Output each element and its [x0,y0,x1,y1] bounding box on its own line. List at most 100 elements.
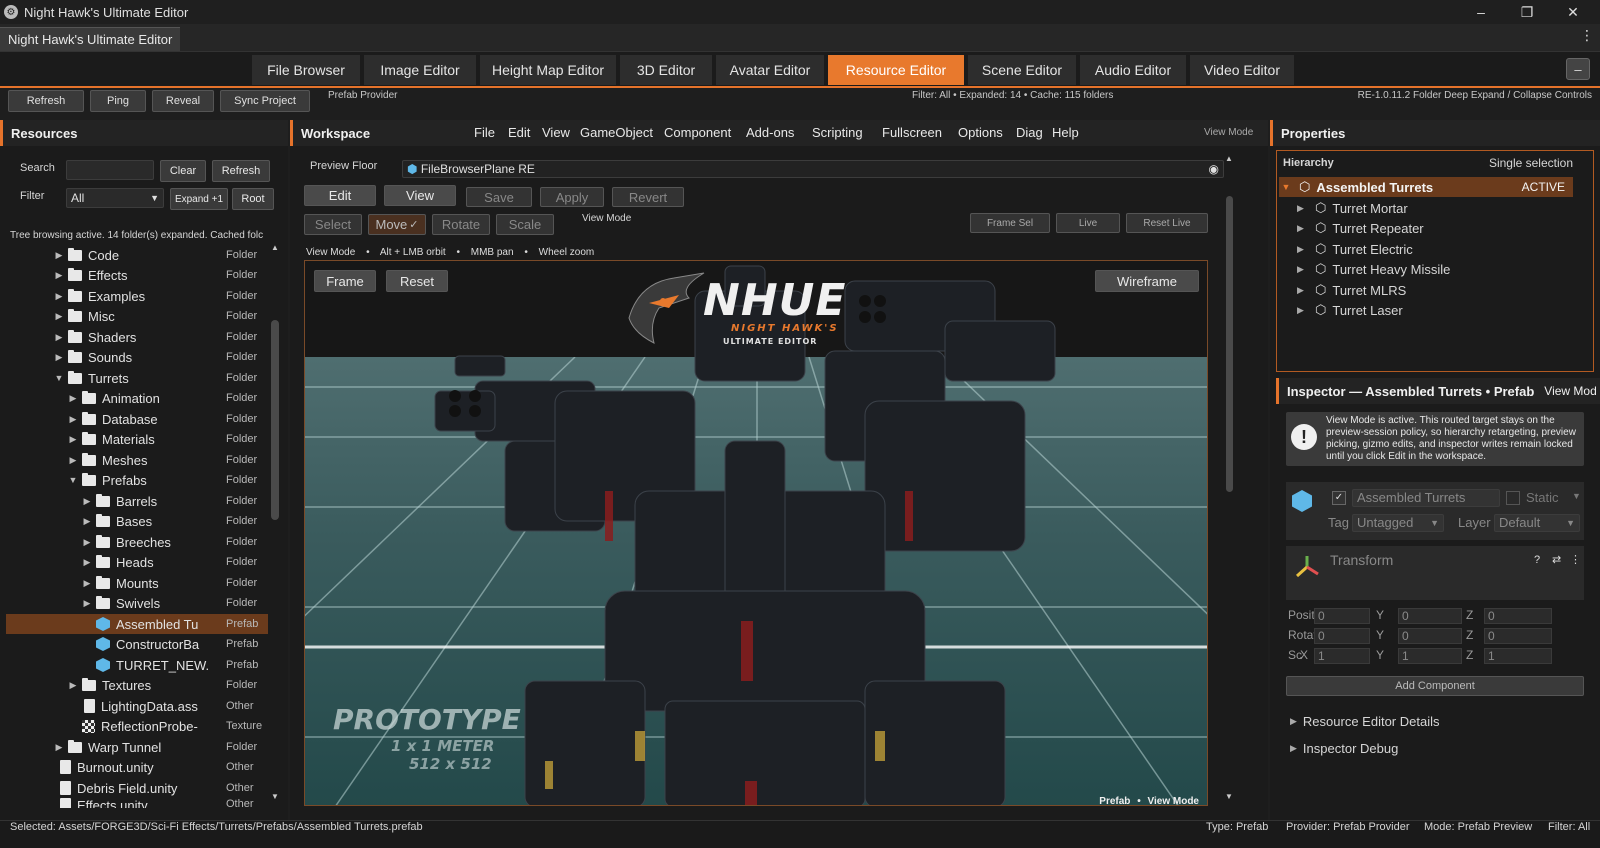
tree-item[interactable]: Debris Field.unity Other [6,778,268,798]
add-component-button[interactable]: Add Component [1286,676,1584,696]
expand-arrow-icon[interactable]: ▶ [68,434,78,445]
reset-live-button[interactable]: Reset Live [1126,213,1208,233]
revert-button[interactable]: Revert [612,187,684,207]
tab-file-browser[interactable]: File Browser [252,55,360,85]
hierarchy-item[interactable]: ▶ ⬡ Turret MLRS [1297,280,1406,300]
collapse-arrow-icon[interactable]: ▼ [54,373,64,383]
scroll-down-icon[interactable]: ▼ [271,792,279,801]
menu-edit[interactable]: Edit [508,125,530,140]
rotation-y-field[interactable]: 0 [1398,628,1462,644]
expand-arrow-icon[interactable]: ▶ [68,393,78,404]
more-options-icon[interactable]: ⋮ [1580,27,1594,44]
hierarchy-item[interactable]: ▶ ⬡ Turret Heavy Missile [1297,259,1450,279]
tree-scrollbar[interactable]: ▲ ▼ [270,243,280,805]
rotate-tool-button[interactable]: Rotate [432,214,490,235]
tree-item[interactable]: Effects.unity Other [6,798,268,808]
reveal-button[interactable]: Reveal [152,90,214,112]
tree-item[interactable]: ReflectionProbe- Texture [6,716,268,736]
tab-scene-editor[interactable]: Scene Editor [968,55,1076,85]
expand-arrow-icon[interactable]: ▶ [54,742,64,753]
tree-item[interactable]: ConstructorBa Prefab [6,634,268,654]
rotation-x-field[interactable]: 0 [1314,628,1370,644]
menu-gameobject[interactable]: GameObject [580,125,653,140]
expand-arrow-icon[interactable]: ▶ [54,311,64,322]
menu-component[interactable]: Component [664,125,731,140]
expand-arrow-icon[interactable]: ▶ [1297,264,1309,275]
ping-button[interactable]: Ping [90,90,146,112]
filter-select[interactable]: All ▼ [66,188,164,208]
tree-item[interactable]: ▶ Swivels Folder [6,593,268,613]
tree-item[interactable]: ▶ Heads Folder [6,552,268,572]
scale-y-field[interactable]: 1 [1398,648,1462,664]
scroll-down-icon[interactable]: ▼ [1225,792,1233,801]
tree-item[interactable]: Burnout.unity Other [6,757,268,777]
scrollbar-thumb[interactable] [1226,196,1233,492]
tree-item-selected[interactable]: Assembled Tu Prefab [6,614,268,634]
tree-item[interactable]: ▶ Effects Folder [6,265,268,285]
preview-floor-field[interactable]: ⬢ FileBrowserPlane RE ◉ [402,160,1224,178]
frame-button[interactable]: Frame [314,270,376,292]
tree-item[interactable]: ▶ Breeches Folder [6,532,268,552]
help-icon[interactable]: ? [1534,554,1540,566]
scroll-up-icon[interactable]: ▲ [1225,154,1233,163]
expand-arrow-icon[interactable]: ▶ [54,250,64,261]
tab-video-editor[interactable]: Video Editor [1190,55,1294,85]
workspace-scrollbar[interactable]: ▲ ▼ [1224,154,1234,804]
object-picker-icon[interactable]: ◉ [1209,161,1219,177]
maximize-window-icon[interactable]: ❐ [1504,0,1550,24]
rotation-z-field[interactable]: 0 [1484,628,1552,644]
edit-button[interactable]: Edit [304,185,376,206]
minimize-window-icon[interactable]: – [1458,0,1504,24]
resource-editor-details-foldout[interactable]: ▶ Resource Editor Details [1290,714,1439,729]
expand-arrow-icon[interactable]: ▶ [82,598,92,609]
object-name-field[interactable]: Assembled Turrets [1352,489,1500,507]
menu-fullscreen[interactable]: Fullscreen [882,125,942,140]
tree-item[interactable]: ▶ Sounds Folder [6,347,268,367]
save-button[interactable]: Save [466,187,532,207]
tree-item[interactable]: ▶ Shaders Folder [6,327,268,347]
expand-arrow-icon[interactable]: ▶ [82,578,92,589]
menu-file[interactable]: File [474,125,495,140]
tree-item[interactable]: ▶ Barrels Folder [6,491,268,511]
tree-item[interactable]: ▶ Materials Folder [6,429,268,449]
expand-arrow-icon[interactable]: ▶ [1297,244,1309,255]
tree-item[interactable]: ▶ Mounts Folder [6,573,268,593]
resources-refresh-button[interactable]: Refresh [212,160,270,182]
root-button[interactable]: Root [232,188,274,210]
scrollbar-thumb[interactable] [271,320,279,520]
clear-button[interactable]: Clear [160,160,206,182]
position-y-field[interactable]: 0 [1398,608,1462,624]
expand-arrow-icon[interactable]: ▶ [1297,285,1309,296]
select-tool-button[interactable]: Select [304,214,362,235]
expand-arrow-icon[interactable]: ▶ [82,496,92,507]
expand-arrow-icon[interactable]: ▶ [68,680,78,691]
tree-item[interactable]: TURRET_NEW. Prefab [6,655,268,675]
tree-item[interactable]: ▶ Meshes Folder [6,450,268,470]
expand-arrow-icon[interactable]: ▶ [68,414,78,425]
active-checkbox[interactable]: ✓ [1332,491,1346,505]
expand-arrow-icon[interactable]: ▶ [54,270,64,281]
close-window-icon[interactable]: ✕ [1550,0,1596,24]
menu-options[interactable]: Options [958,125,1003,140]
expand-arrow-icon[interactable]: ▶ [1297,203,1309,214]
tree-item[interactable]: ▼ Turrets Folder [6,368,268,388]
tag-select[interactable]: Untagged ▼ [1352,514,1444,532]
tree-item[interactable]: ▼ Prefabs Folder [6,470,268,490]
layer-select[interactable]: Default ▼ [1494,514,1580,532]
kebab-menu-icon[interactable]: ⋮ [1570,553,1581,566]
tree-item[interactable]: ▶ Database Folder [6,409,268,429]
tree-item[interactable]: LightingData.ass Other [6,696,268,716]
hierarchy-item[interactable]: ▶ ⬡ Turret Mortar [1297,198,1408,218]
chevron-down-icon[interactable]: ▼ [1572,491,1581,501]
preset-icon[interactable]: ⇄ [1552,553,1561,566]
tree-item[interactable]: ▶ Code Folder [6,245,268,265]
expand-arrow-icon[interactable]: ▶ [54,291,64,302]
expand-arrow-icon[interactable]: ▶ [82,516,92,527]
collapse-panel-button[interactable]: – [1566,58,1590,80]
hierarchy-item[interactable]: ▶ ⬡ Turret Electric [1297,239,1413,259]
sync-project-button[interactable]: Sync Project [220,90,310,112]
collapse-arrow-icon[interactable]: ▼ [68,475,78,485]
position-z-field[interactable]: 0 [1484,608,1552,624]
tab-resource-editor[interactable]: Resource Editor [828,55,964,85]
search-input[interactable] [66,160,154,180]
